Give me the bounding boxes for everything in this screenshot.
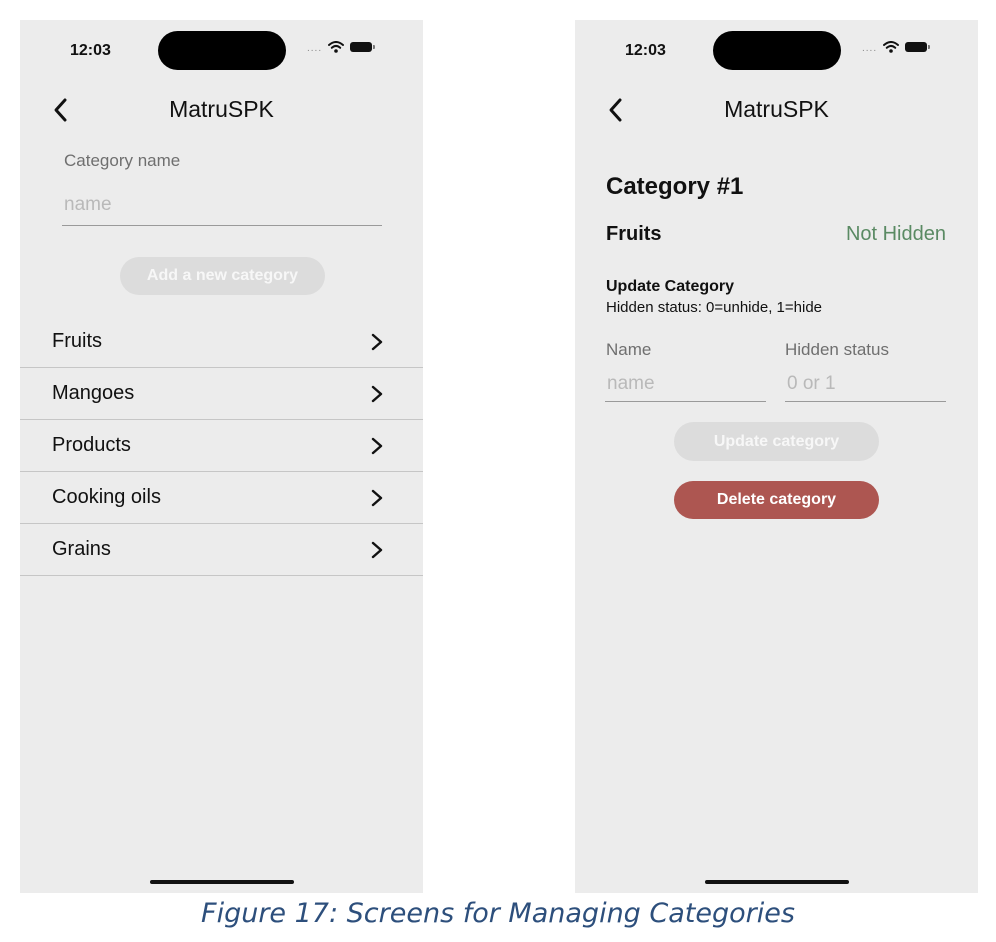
delete-category-button[interactable]: Delete category [674, 481, 879, 519]
chevron-right-icon [371, 385, 383, 403]
list-item-label: Grains [52, 538, 111, 560]
add-category-button[interactable]: Add a new category [120, 257, 325, 295]
update-section-title: Update Category [606, 278, 735, 295]
chevron-right-icon [371, 333, 383, 351]
hidden-status-hint: Hidden status: 0=unhide, 1=hide [606, 299, 822, 316]
wifi-icon [883, 41, 900, 53]
list-item-label: Cooking oils [52, 486, 161, 508]
list-item-label: Products [52, 434, 131, 456]
battery-icon [350, 41, 376, 53]
status-icons: .... [862, 40, 931, 54]
list-item[interactable]: Grains [20, 524, 423, 576]
list-item[interactable]: Fruits [20, 316, 423, 368]
dynamic-island [158, 31, 286, 70]
wifi-icon [328, 41, 345, 53]
battery-icon [905, 41, 931, 53]
name-input[interactable] [605, 372, 766, 402]
list-item[interactable]: Mangoes [20, 368, 423, 420]
chevron-right-icon [371, 541, 383, 559]
nav-title: MatruSPK [724, 96, 829, 122]
dynamic-island [713, 31, 841, 70]
category-list: Fruits Mangoes Products Cooking oils Gra… [20, 316, 423, 576]
hidden-status-input[interactable] [785, 372, 946, 402]
category-name-input[interactable] [62, 190, 382, 226]
nav-title: MatruSPK [169, 96, 274, 122]
status-time: 12:03 [625, 42, 666, 59]
phone-screen-category-detail: 12:03 .... MatruSPK Category #1 Fruits N… [575, 20, 978, 893]
phone-screen-categories-list: 12:03 .... MatruSPK Category name Add a … [20, 20, 423, 893]
list-item[interactable]: Cooking oils [20, 472, 423, 524]
list-item-label: Mangoes [52, 382, 135, 404]
list-item[interactable]: Products [20, 420, 423, 472]
chevron-right-icon [371, 489, 383, 507]
hidden-status-label: Hidden status [785, 340, 889, 359]
home-indicator[interactable] [705, 880, 849, 884]
category-name-label: Category name [64, 151, 181, 170]
status-icons: .... [307, 40, 376, 54]
chevron-right-icon [371, 437, 383, 455]
signal-dots-icon: .... [307, 43, 323, 54]
figure-caption: Figure 17: Screens for Managing Categori… [201, 898, 795, 929]
update-category-button[interactable]: Update category [674, 422, 879, 461]
list-item-label: Fruits [52, 330, 102, 352]
category-name: Fruits [606, 223, 662, 245]
signal-dots-icon: .... [862, 43, 878, 54]
status-badge: Not Hidden [845, 223, 946, 245]
home-indicator[interactable] [150, 880, 294, 884]
name-label: Name [606, 340, 652, 359]
category-heading: Category #1 [606, 173, 744, 200]
status-time: 12:03 [70, 42, 111, 59]
